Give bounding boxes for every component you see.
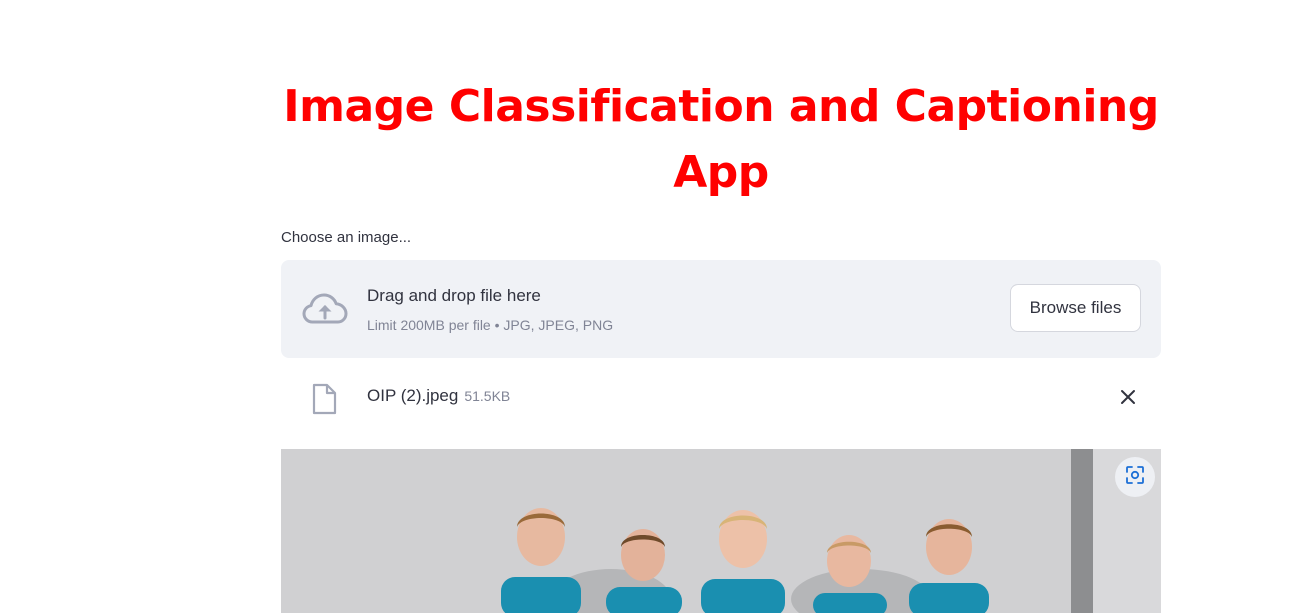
file-name: OIP (2).jpeg (367, 386, 459, 405)
file-icon (311, 383, 337, 415)
dropzone-limit: Limit 200MB per file • JPG, JPEG, PNG (367, 317, 614, 333)
file-dropzone[interactable]: Drag and drop file here Limit 200MB per … (281, 260, 1161, 358)
fullscreen-icon (1124, 464, 1146, 491)
uploaded-image (281, 449, 1161, 613)
fullscreen-button[interactable] (1115, 457, 1155, 497)
uploaded-file-info: OIP (2).jpeg 51.5KB (367, 386, 510, 406)
dropzone-instructions: Drag and drop file here Limit 200MB per … (367, 285, 613, 334)
cloud-upload-icon (301, 291, 349, 327)
uploader-label: Choose an image... (281, 229, 412, 246)
dropzone-title: Drag and drop file here (367, 286, 541, 305)
browse-files-button[interactable]: Browse files (1010, 284, 1141, 332)
uploaded-image-photo (281, 449, 1161, 613)
uploaded-file-row: OIP (2).jpeg 51.5KB (281, 372, 1161, 424)
page-title: Image Classification and Captioning App (283, 81, 1159, 198)
remove-file-button[interactable] (1113, 384, 1143, 414)
close-icon (1119, 388, 1137, 411)
file-size: 51.5KB (464, 388, 511, 404)
